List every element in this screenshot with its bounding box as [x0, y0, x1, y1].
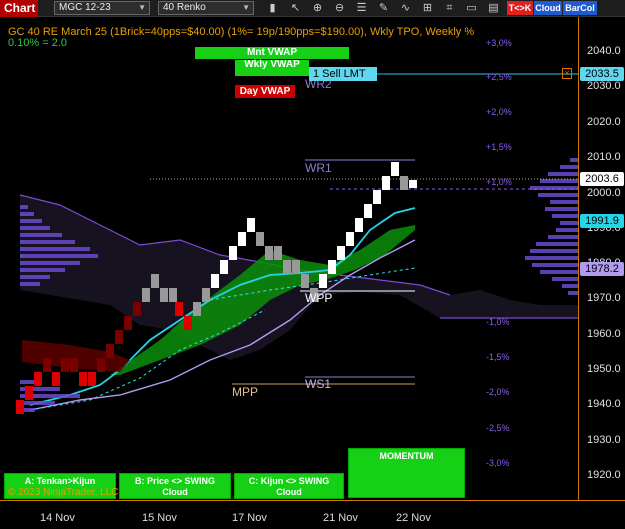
price-tick: 2020.0: [587, 116, 621, 128]
price-tick: 2030.0: [587, 80, 621, 92]
properties-icon[interactable]: ☰: [355, 2, 368, 15]
pct-label: -2,0%: [486, 387, 510, 397]
monthly-vwap-tag: Mnt VWAP: [195, 47, 349, 59]
chart-header-scale: 0.10% = 2.0: [8, 37, 68, 49]
price-tick: 2040.0: [587, 45, 621, 57]
instrument-selector[interactable]: MGC 12-23 ▼: [54, 1, 150, 15]
price-swing-panel: B: Price <> SWING Cloud: [119, 473, 231, 499]
level-price-box-2: 1978.2: [580, 262, 624, 276]
bar-type-label: 40 Renko: [163, 2, 206, 13]
strategy-icon[interactable]: ⊞: [421, 2, 434, 15]
pointer-icon[interactable]: ↖: [289, 2, 302, 15]
pct-label: +2,0%: [486, 107, 512, 117]
copyright: © 2023 NinjaTrader, LLC: [8, 487, 119, 498]
time-label: 21 Nov: [323, 512, 358, 524]
panel-b-line2: Cloud: [162, 487, 188, 497]
pct-label: +2,5%: [486, 72, 512, 82]
panel-c-line2: Cloud: [276, 487, 302, 497]
kijun-swing-panel: C: Kijun <> SWING Cloud: [234, 473, 344, 499]
panel-c-line1: C: Kijun <> SWING: [248, 476, 330, 486]
daily-vwap-tag: Day VWAP: [235, 85, 295, 98]
time-label: 14 Nov: [40, 512, 75, 524]
mpp-label: MPP: [232, 385, 259, 399]
chart-header-info: GC 40 RE March 25 (1Brick=40pps=$40.00) …: [8, 26, 475, 38]
zoom-in-icon[interactable]: ⊕: [311, 2, 324, 15]
chart-trader-icon[interactable]: ⌗: [443, 2, 456, 15]
pct-label: -3,0%: [486, 458, 510, 468]
panel-a-label: A: Tenkan>Kijun: [24, 476, 96, 486]
time-label: 22 Nov: [396, 512, 431, 524]
panel-b-line1: B: Price <> SWING: [134, 476, 216, 486]
chart-title: Chart: [0, 0, 38, 17]
last-price-box: 2003.6: [580, 172, 624, 186]
chevron-down-icon: ▼: [242, 3, 250, 12]
pct-label: -1,5%: [486, 352, 510, 362]
pct-label: -1,0%: [486, 317, 510, 327]
price-tick: 1940.0: [587, 398, 621, 410]
chart-toolbar: Chart MGC 12-23 ▼ 40 Renko ▼ ▮ ↖ ⊕ ⊖ ☰ ✎…: [0, 0, 625, 17]
wr1-label: WR1: [305, 161, 332, 175]
time-label: 15 Nov: [142, 512, 177, 524]
pct-label: -2,5%: [486, 423, 510, 433]
close-icon[interactable]: ×: [562, 68, 572, 79]
level-price-box-1: 1991.9: [580, 214, 624, 228]
indicator-icon[interactable]: ∿: [399, 2, 412, 15]
wpp-label: WPP: [305, 291, 333, 305]
cloud-toggle-button[interactable]: Cloud: [534, 1, 562, 15]
price-tick: 2000.0: [587, 187, 621, 199]
momentum-label: MOMENTUM: [379, 451, 434, 461]
draw-icon[interactable]: ✎: [377, 2, 390, 15]
sell-limit-label: 1 Sell LMT: [313, 68, 366, 80]
instrument-label: MGC 12-23: [59, 2, 111, 13]
pct-label: +1,0%: [486, 177, 512, 187]
window-icon[interactable]: ▭: [465, 2, 478, 15]
weekly-vwap-tag: Wkly VWAP: [235, 60, 309, 76]
time-label: 17 Nov: [232, 512, 267, 524]
sell-limit-order[interactable]: 1 Sell LMT: [309, 67, 377, 81]
sell-limit-price-box: 2033.5: [580, 67, 624, 81]
price-tick: 1970.0: [587, 292, 621, 304]
price-tick: 2010.0: [587, 151, 621, 163]
tk-toggle-button[interactable]: T<>K: [507, 1, 533, 15]
price-tick: 1930.0: [587, 434, 621, 446]
momentum-panel: MOMENTUM: [348, 448, 465, 498]
workspace-icon[interactable]: ▤: [487, 2, 500, 15]
pct-label: +1,5%: [486, 142, 512, 152]
pct-label: +3,0%: [486, 38, 512, 48]
ws1-label: WS1: [305, 377, 332, 391]
price-tick: 1920.0: [587, 469, 621, 481]
chevron-down-icon: ▼: [138, 3, 146, 12]
zoom-out-icon[interactable]: ⊖: [333, 2, 346, 15]
barcol-toggle-button[interactable]: BarCol: [563, 1, 597, 15]
time-axis[interactable]: [0, 500, 625, 529]
bar-chart-icon[interactable]: ▮: [266, 2, 279, 15]
bar-type-selector[interactable]: 40 Renko ▼: [158, 1, 254, 15]
price-tick: 1960.0: [587, 328, 621, 340]
price-tick: 1950.0: [587, 363, 621, 375]
